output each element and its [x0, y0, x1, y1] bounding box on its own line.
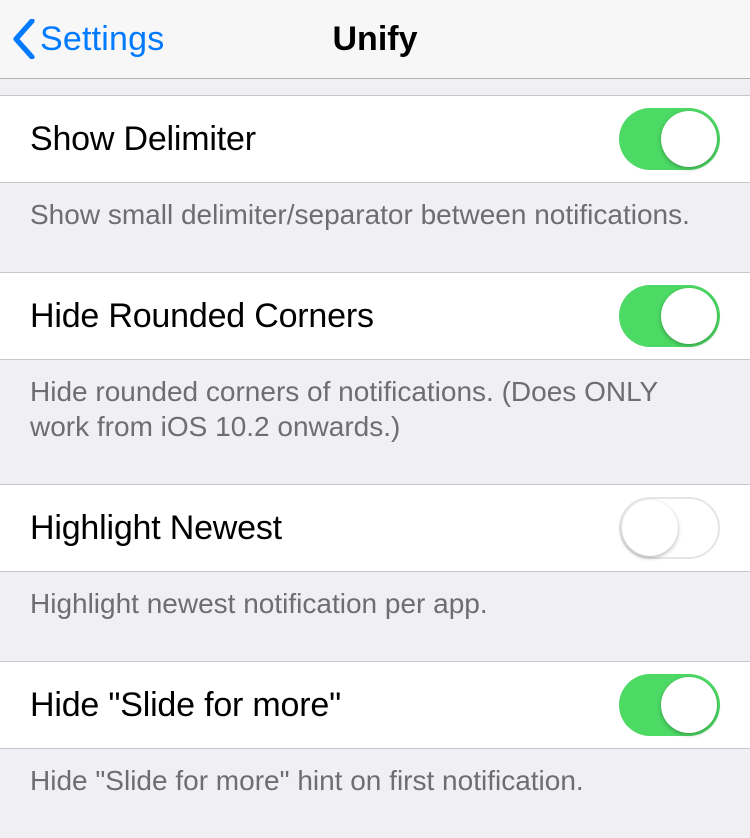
toggle-hide-rounded-corners[interactable]	[619, 285, 720, 347]
cell-label: Hide Rounded Corners	[30, 297, 374, 336]
cell-footer: Hide "Slide for more" hint on first noti…	[0, 749, 750, 808]
cell-label: Show Delimiter	[30, 120, 256, 159]
cell-footer: Highlight newest notification per app.	[0, 572, 750, 661]
toggle-highlight-newest[interactable]	[619, 497, 720, 559]
chevron-left-icon	[12, 19, 36, 59]
back-label: Settings	[40, 20, 164, 59]
toggle-show-delimiter[interactable]	[619, 108, 720, 170]
cell-show-delimiter: Show Delimiter	[0, 95, 750, 183]
cell-highlight-newest: Highlight Newest	[0, 484, 750, 572]
cell-label: Hide "Slide for more"	[30, 686, 341, 725]
cell-label: Highlight Newest	[30, 509, 282, 548]
cell-hide-slide-for-more: Hide "Slide for more"	[0, 661, 750, 749]
cell-footer: Hide rounded corners of notifications. (…	[0, 360, 750, 484]
back-button[interactable]: Settings	[12, 19, 164, 59]
toggle-hide-slide-for-more[interactable]	[619, 674, 720, 736]
navigation-bar: Settings Unify	[0, 0, 750, 79]
cell-hide-rounded-corners: Hide Rounded Corners	[0, 272, 750, 360]
cell-footer: Show small delimiter/separator between n…	[0, 183, 750, 272]
